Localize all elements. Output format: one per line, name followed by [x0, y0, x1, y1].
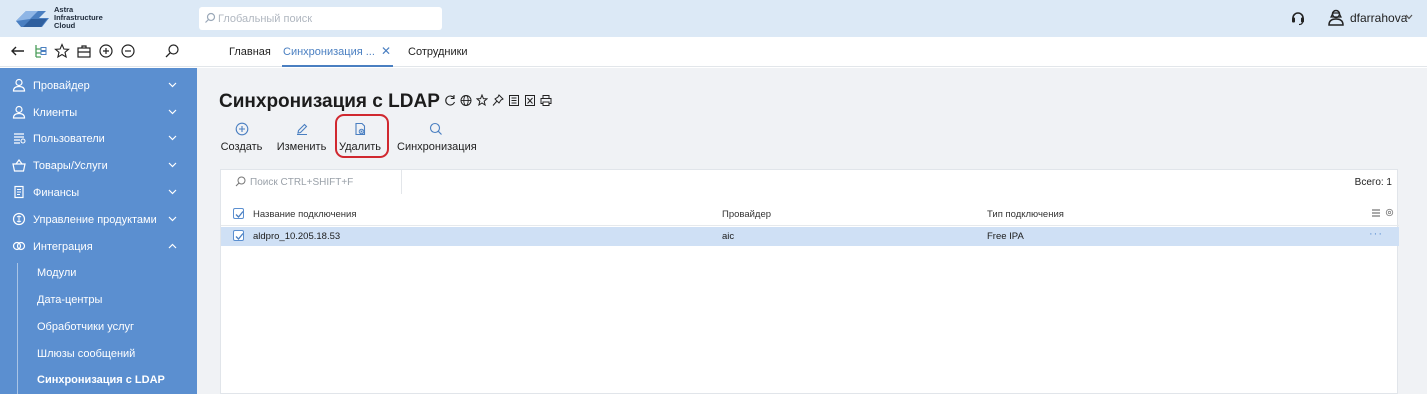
zoom-in-icon[interactable] [98, 43, 114, 59]
table-row[interactable]: aldpro_10.205.18.53 aic Free IPA ··· [221, 227, 1399, 246]
columns-menu-icon[interactable] [1371, 208, 1381, 218]
chevron-down-icon [168, 135, 177, 141]
users-icon [14, 133, 26, 144]
search-icon [205, 12, 216, 23]
row-more-icon[interactable]: ··· [1369, 228, 1383, 240]
excel-icon[interactable] [524, 94, 536, 107]
chevron-up-icon [168, 243, 177, 249]
row-checkbox[interactable] [233, 230, 244, 241]
sidebar-subitem-ldap-sync[interactable]: Синхронизация с LDAP [37, 374, 165, 386]
sidebar-item-label: Финансы [33, 187, 80, 199]
edit-button-label: Изменить [276, 141, 327, 153]
chevron-down-icon [168, 162, 177, 168]
export-icon[interactable] [508, 94, 520, 107]
chevron-down-icon [168, 82, 177, 88]
select-all-checkbox[interactable] [233, 208, 244, 219]
checkmark-icon [235, 233, 244, 240]
sidebar-item-integration[interactable]: Интеграция [0, 234, 197, 260]
data-grid: Всего: 1 Название подключения Провайдер … [220, 169, 1399, 394]
column-header-type[interactable]: Тип подключения [987, 209, 1064, 220]
sidebar-item-label: Провайдер [33, 80, 90, 92]
navigation-row: Главная Синхронизация ... ✕ Сотрудники [0, 37, 1427, 67]
global-search[interactable] [199, 7, 442, 30]
plus-circle-icon [235, 122, 248, 136]
sidebar-subitem-datacenters[interactable]: Дата-центры [37, 294, 102, 306]
sidebar-item-label: Интеграция [33, 241, 93, 253]
chevron-down-icon [168, 109, 177, 115]
star-icon[interactable] [476, 94, 488, 107]
tab-close-icon[interactable]: ✕ [381, 45, 391, 57]
gear-icon[interactable] [1385, 208, 1394, 217]
briefcase-icon[interactable] [76, 43, 92, 59]
app-logo[interactable]: Astra Infrastructure Cloud [13, 5, 123, 33]
clients-icon [12, 105, 26, 119]
page-title: Синхронизация с LDAP [219, 91, 440, 112]
tab-ldap-sync[interactable]: Синхронизация ... [283, 46, 375, 58]
sidebar-subitem-service-handlers[interactable]: Обработчики услуг [37, 321, 134, 333]
active-tab-indicator [282, 65, 393, 67]
user-avatar-icon[interactable] [1327, 8, 1345, 26]
edit-button[interactable]: Изменить [274, 122, 329, 156]
total-count: Всего: 1 [1354, 177, 1392, 188]
top-bar: Astra Infrastructure Cloud dfarrahova [0, 0, 1427, 37]
chevron-down-icon [168, 189, 177, 195]
sidebar-item-provider[interactable]: Провайдер [0, 73, 197, 99]
username[interactable]: dfarrahova [1350, 11, 1407, 25]
tab-home[interactable]: Главная [229, 46, 271, 58]
sidebar-item-label: Пользователи [33, 133, 105, 145]
globe-icon[interactable] [460, 94, 472, 107]
finance-icon [14, 185, 24, 199]
sidebar-item-goods[interactable]: Товары/Услуги [0, 153, 197, 179]
grid-search[interactable] [221, 170, 402, 194]
create-button-label: Создать [220, 141, 263, 153]
sync-button[interactable]: Синхронизация [397, 122, 477, 156]
sidebar-subitem-modules[interactable]: Модули [37, 267, 76, 279]
sidebar-item-label: Управление продуктами [33, 214, 157, 226]
tree-icon[interactable] [32, 43, 48, 59]
astra-cloud-logo-icon [16, 11, 49, 27]
products-icon [12, 212, 26, 226]
sync-button-label: Синхронизация [397, 141, 477, 153]
logo-line-3: Cloud [54, 21, 76, 30]
main-content: Синхронизация с LDAP Создать Изменить Уд… [197, 68, 1427, 394]
sidebar-subitem-message-gateways[interactable]: Шлюзы сообщений [37, 348, 135, 360]
support-headset-icon[interactable] [1290, 9, 1306, 26]
create-button[interactable]: Создать [219, 122, 264, 156]
table-header: Название подключения Провайдер Тип подкл… [221, 202, 1399, 226]
submenu-guide-line [17, 263, 18, 394]
cell-name: aldpro_10.205.18.53 [253, 231, 341, 242]
basket-icon [12, 159, 26, 172]
sidebar-item-clients[interactable]: Клиенты [0, 100, 197, 126]
chevron-down-icon [168, 216, 177, 222]
search-icon[interactable] [164, 43, 180, 59]
integration-icon [12, 241, 26, 251]
global-search-input[interactable] [218, 9, 438, 28]
tab-employees[interactable]: Сотрудники [408, 46, 468, 58]
checkmark-icon [235, 211, 244, 218]
logo-text: Astra Infrastructure Cloud [54, 6, 103, 30]
delete-button-highlight [335, 114, 389, 158]
sidebar-item-label: Товары/Услуги [33, 160, 108, 172]
cell-provider: aic [722, 231, 735, 242]
provider-icon [12, 78, 26, 92]
star-icon[interactable] [54, 43, 70, 59]
back-arrow-icon[interactable] [10, 43, 26, 59]
search-icon [429, 122, 442, 135]
refresh-icon[interactable] [444, 94, 456, 107]
column-header-name[interactable]: Название подключения [253, 209, 357, 220]
sidebar-item-users[interactable]: Пользователи [0, 126, 197, 152]
sidebar-item-finance[interactable]: Финансы [0, 180, 197, 206]
pin-icon[interactable] [492, 94, 504, 107]
sidebar-item-label: Клиенты [33, 107, 78, 119]
column-header-provider[interactable]: Провайдер [722, 209, 771, 220]
grid-search-input[interactable] [250, 173, 398, 191]
cell-type: Free IPA [987, 231, 1024, 242]
chevron-down-icon[interactable] [1405, 14, 1413, 20]
sidebar: Провайдер Клиенты Пользователи Товары/Ус… [0, 68, 197, 394]
zoom-out-icon[interactable] [120, 43, 136, 59]
search-icon [235, 176, 246, 187]
pencil-icon [296, 123, 307, 136]
print-icon[interactable] [540, 94, 552, 107]
sidebar-item-product-management[interactable]: Управление продуктами [0, 207, 197, 233]
